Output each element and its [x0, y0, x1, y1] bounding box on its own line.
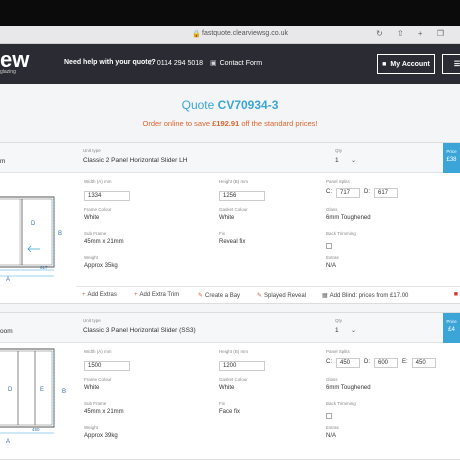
back-trimming-checkbox[interactable]: [326, 243, 332, 249]
diagram-label-b: B: [58, 231, 62, 237]
diagram-label-b: B: [62, 389, 66, 395]
height-field: Height (B) mm 1256: [219, 179, 265, 202]
sub-frame-field[interactable]: Sub Frame 45mm x 21mm: [84, 231, 124, 245]
splayed-reveal-button[interactable]: ✎ Splayed Reveal: [257, 292, 306, 299]
menu-button[interactable]: ☰: [442, 54, 460, 74]
qty-label: Qty: [335, 148, 343, 153]
browser-address-bar: 🔒 fastquote.clearviewsg.co.uk ↻ ⇧ + ❐: [0, 26, 460, 44]
screen-top-bezel: [0, 0, 460, 26]
diagram-label-d: D: [8, 387, 13, 393]
price-badge: Price £4: [443, 313, 460, 343]
diagram-dim: 617: [40, 265, 48, 270]
lock-icon: 🔒: [192, 31, 201, 38]
hamburger-icon: ☰: [453, 61, 460, 68]
diagram-label-e: E: [40, 387, 44, 393]
width-input[interactable]: 1500: [84, 361, 130, 371]
quote-item: oom Unit type Classic 3 Panel Horizontal…: [0, 312, 460, 460]
back-trimming-checkbox[interactable]: [326, 413, 332, 419]
blind-icon: ▦: [322, 293, 328, 299]
glass-field[interactable]: Glass 6mm Toughened: [326, 377, 371, 391]
width-input[interactable]: 1334: [84, 191, 130, 201]
item-actions: + Add Extras + Add Extra Trim ✎ Create a Ba…: [76, 286, 460, 304]
fix-field[interactable]: Fix Face fix: [219, 401, 240, 415]
sub-frame-field[interactable]: Sub Frame 45mm x 21mm: [84, 401, 124, 415]
extras-field: Extras N/A: [326, 425, 339, 439]
weight-field: Weight Approx 39kg: [84, 425, 118, 439]
user-icon: ■: [382, 60, 387, 68]
weight-field: Weight Approx 35kg: [84, 255, 118, 269]
page-title: Quote CV70934-3: [181, 98, 279, 112]
price-badge: Price £38: [443, 143, 460, 173]
frame-colour-field[interactable]: Frame Colour White: [84, 377, 112, 391]
window-diagram: D E B 450 A: [0, 348, 66, 445]
create-bay-button[interactable]: ✎ Create a Bay: [198, 292, 240, 299]
site-header: ew glazing Need help with your quote? ✆ 0…: [0, 44, 460, 84]
qty-label: Qty: [335, 318, 343, 323]
my-account-button[interactable]: ■ My Account: [377, 54, 435, 74]
bay-icon: ✎: [198, 293, 204, 299]
height-input[interactable]: 1200: [219, 361, 265, 371]
width-field: Width (A) mm 1334: [84, 179, 130, 202]
qty-select[interactable]: 1: [335, 157, 339, 164]
split-input-d[interactable]: 617: [374, 188, 398, 198]
panel-splits-field: Panel Splits C: 717 D: 617: [326, 179, 398, 198]
unit-type-value: Classic 2 Panel Horizontal Slider LH: [83, 157, 188, 164]
contact-form-link[interactable]: ▣ Contact Form: [210, 59, 262, 67]
frame-colour-field[interactable]: Frame Colour White: [84, 207, 112, 221]
diagram-dim: 450: [32, 427, 40, 432]
phone-link[interactable]: ✆ 0114 294 5018: [148, 59, 203, 67]
site-logo-subtitle: glazing: [0, 69, 16, 75]
phone-icon: ✆: [148, 60, 154, 67]
help-text: Need help with your quote?: [64, 59, 156, 66]
contact-icon: ▣: [210, 60, 217, 67]
chevron-down-icon[interactable]: ⌄: [351, 157, 356, 164]
split-input-e[interactable]: 450: [411, 358, 436, 368]
item-header: m Unit type Classic 2 Panel Horizontal S…: [0, 143, 460, 173]
add-blind-button[interactable]: ▦ Add Blind: prices from £17.00: [322, 292, 408, 299]
pencil-icon: ✎: [257, 293, 263, 299]
diagram-label-a: A: [6, 439, 10, 445]
unit-type-label: Unit type: [83, 148, 101, 153]
width-field: Width (A) mm 1500: [84, 349, 130, 372]
browser-url[interactable]: fastquote.clearviewsg.co.uk: [202, 30, 288, 37]
extras-field: Extras N/A: [326, 255, 339, 269]
split-input-d[interactable]: 600: [374, 358, 398, 368]
unit-type-value: Classic 3 Panel Horizontal Slider (SS3): [83, 327, 196, 334]
split-input-c[interactable]: 450: [336, 358, 360, 368]
gasket-colour-field[interactable]: Gasket Colour White: [219, 207, 248, 221]
quote-item: m Unit type Classic 2 Panel Horizontal S…: [0, 142, 460, 304]
height-input[interactable]: 1256: [219, 191, 265, 201]
gasket-colour-field[interactable]: Gasket Colour White: [219, 377, 248, 391]
trash-icon[interactable]: ■: [454, 291, 458, 298]
diagram-label-d: D: [31, 221, 36, 227]
panel-splits-field: Panel Splits C: 450 D: 600 E: 450: [326, 349, 436, 368]
promo-banner: Order online to save £192.91 off the sta…: [142, 119, 318, 128]
qty-select[interactable]: 1: [335, 327, 339, 334]
room-name: m: [0, 158, 6, 165]
fix-field[interactable]: Fix Reveal fix: [219, 231, 245, 245]
room-name: oom: [0, 328, 13, 335]
back-trimming-field: Back Trimming: [326, 401, 356, 424]
split-input-c[interactable]: 717: [336, 188, 360, 198]
window-diagram: D B 617 A: [0, 196, 62, 281]
glass-field[interactable]: Glass 6mm Toughened: [326, 207, 371, 221]
height-field: Height (B) mm 1200: [219, 349, 265, 372]
chevron-down-icon[interactable]: ⌄: [351, 327, 356, 334]
add-extra-trim-button[interactable]: + Add Extra Trim: [134, 292, 179, 298]
back-trimming-field: Back Trimming: [326, 231, 356, 254]
browser-toolbar-icons[interactable]: ↻ ⇧ + ❐: [376, 29, 450, 38]
diagram-label-a: A: [6, 277, 10, 281]
unit-type-label: Unit type: [83, 318, 101, 323]
add-extras-button[interactable]: + Add Extras: [82, 292, 117, 298]
quote-page: Quote CV70934-3 Order online to save £19…: [0, 84, 460, 460]
item-header: oom Unit type Classic 3 Panel Horizontal…: [0, 313, 460, 343]
